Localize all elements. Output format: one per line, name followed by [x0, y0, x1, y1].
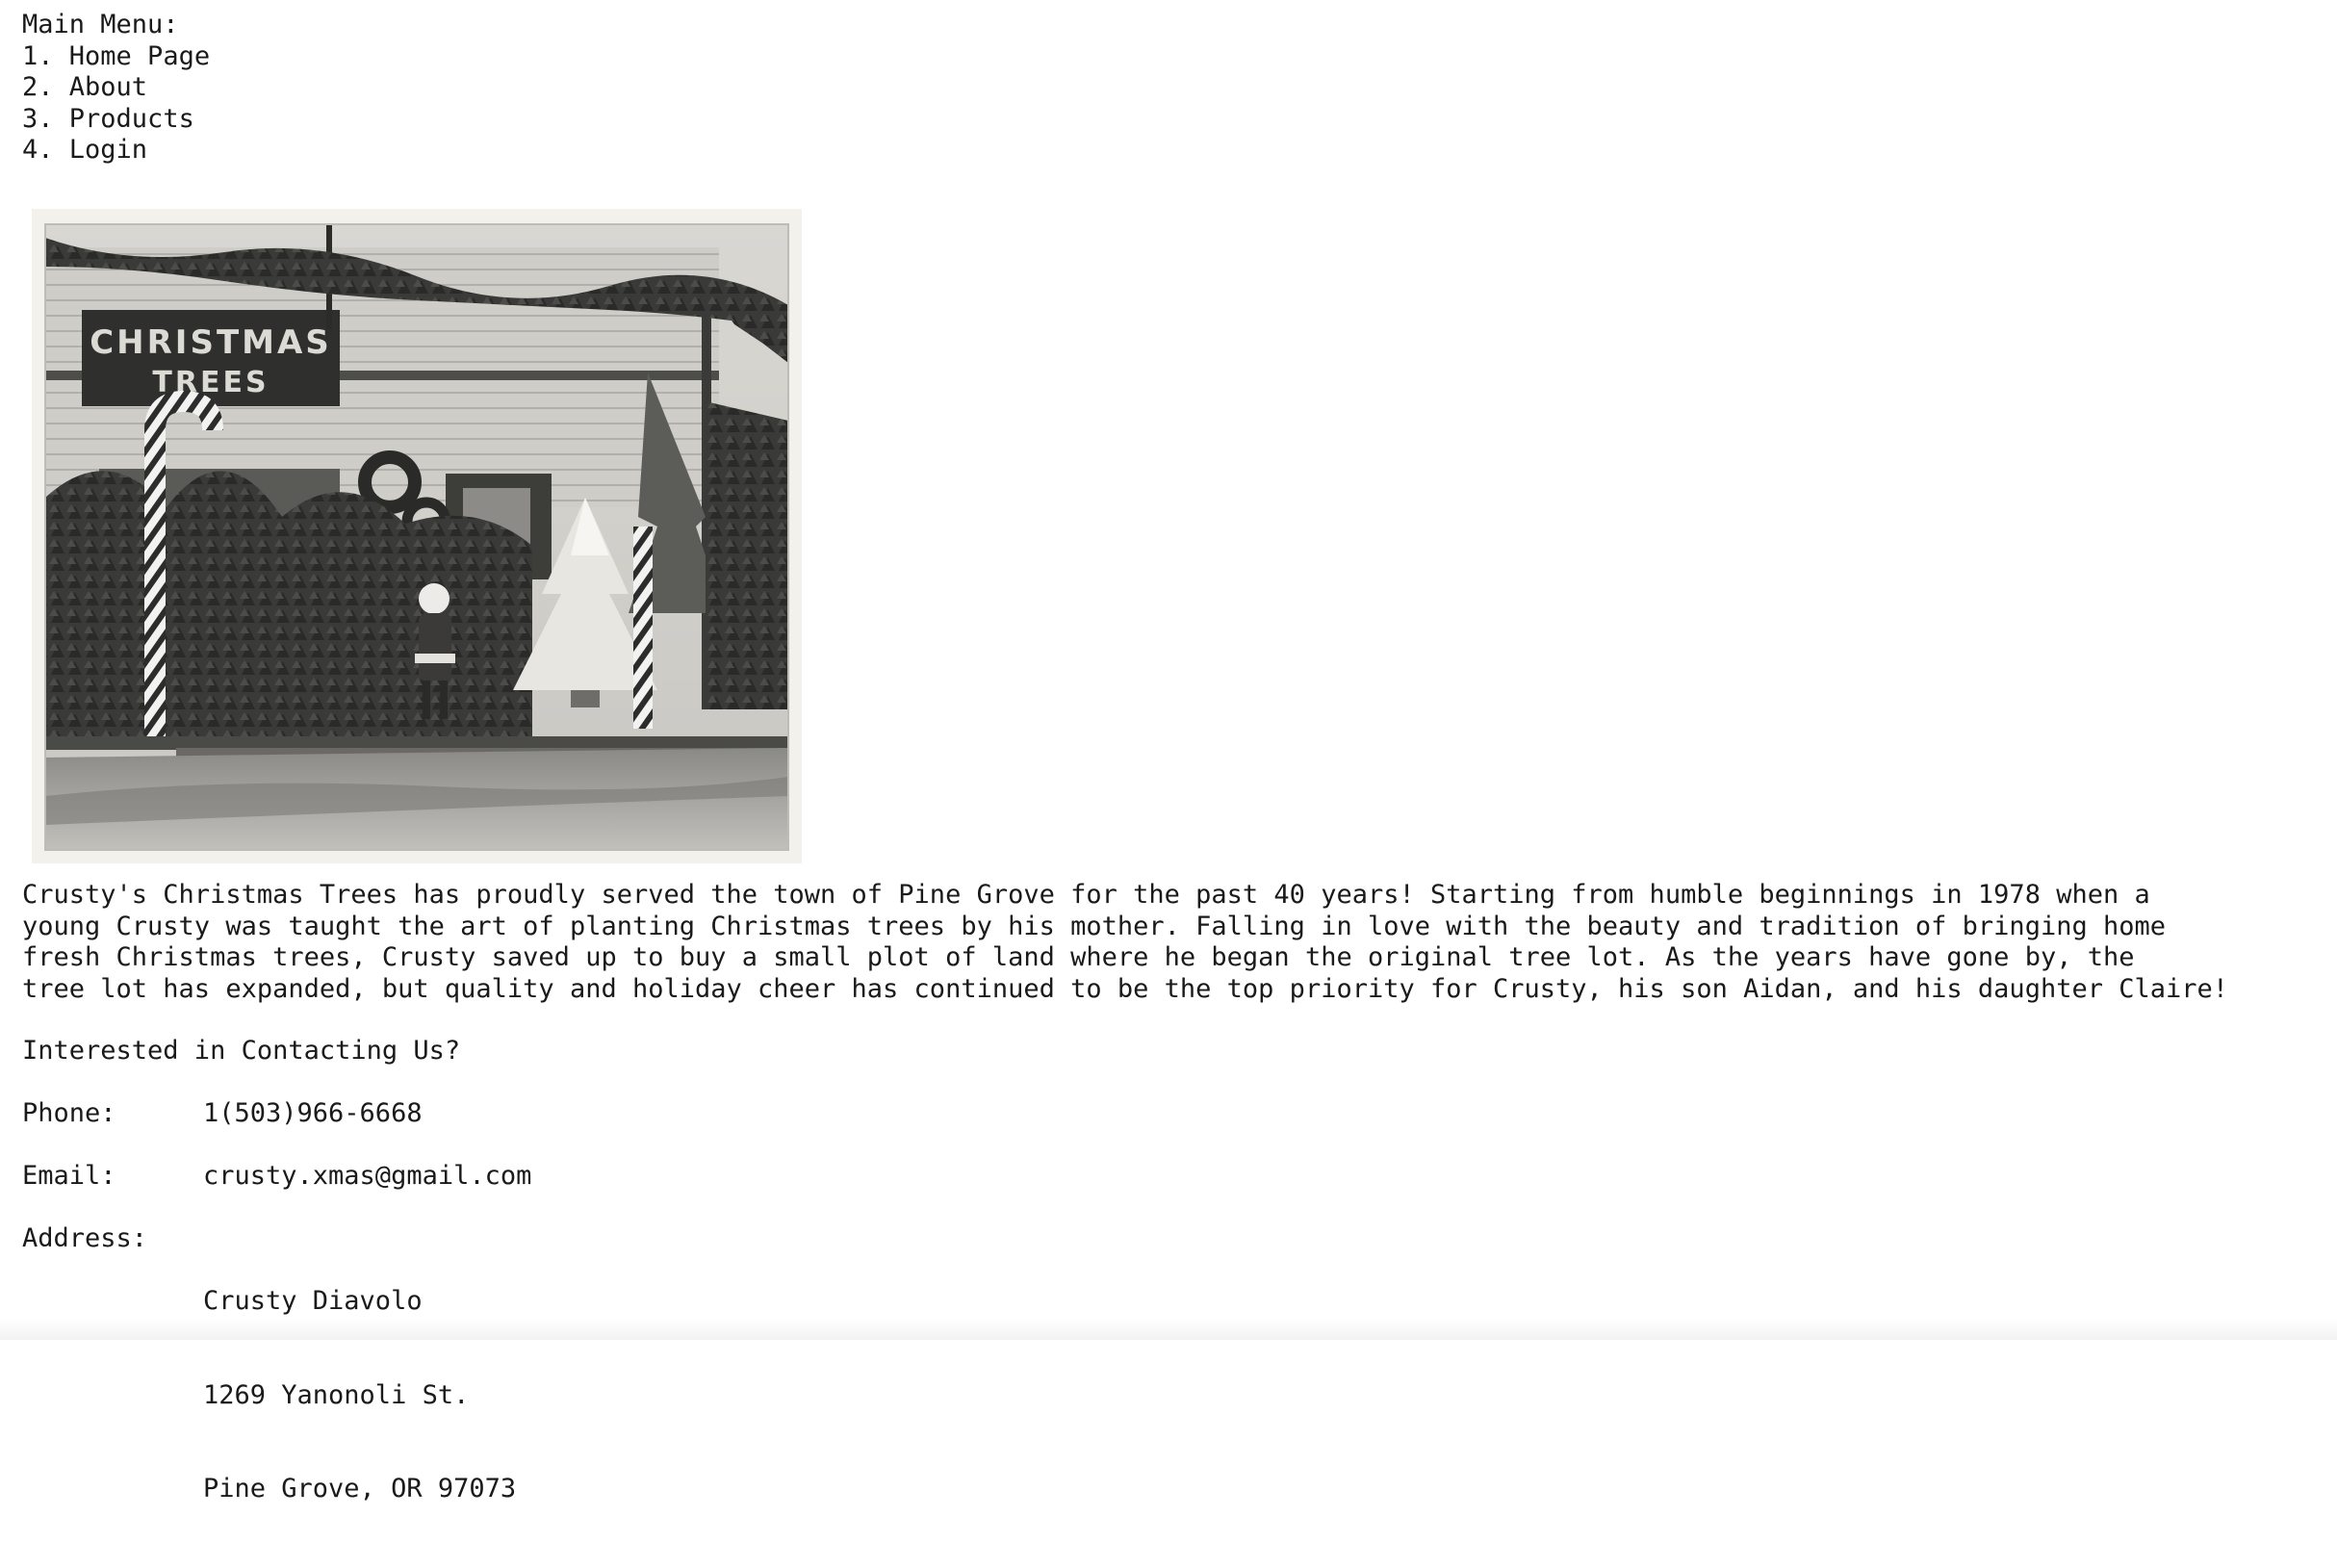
- about-line: fresh Christmas trees, Crusty saved up t…: [22, 942, 2135, 972]
- about-line: tree lot has expanded, but quality and h…: [22, 973, 2229, 1004]
- address-row: Address: Crusty Diavolo 1269 Yanonoli St…: [22, 1223, 531, 1568]
- menu-item-label: About: [68, 72, 148, 102]
- menu-item-label: Products: [68, 103, 194, 134]
- photo-sign-text-christmas: CHRISTMAS: [90, 323, 332, 362]
- menu-item-number: 4.: [22, 135, 54, 165]
- address-block: Crusty Diavolo 1269 Yanonoli St. Pine Gr…: [203, 1223, 516, 1568]
- menu-item-login[interactable]: 4. Login: [22, 135, 2337, 167]
- menu-item-number: 3.: [22, 103, 54, 134]
- phone-label: Phone:: [22, 1098, 116, 1128]
- window-bottom-edge: [0, 1319, 2337, 1340]
- about-line: young Crusty was taught the art of plant…: [22, 911, 2166, 941]
- address-line: Crusty Diavolo: [203, 1286, 423, 1316]
- phone-number: 1(503)966-6668: [203, 1098, 423, 1128]
- menu-item-about[interactable]: 2. About: [22, 72, 2337, 104]
- christmas-tree-lot-photo: CHRISTMAS TREES: [32, 209, 802, 863]
- page: Main Menu: 1. Home Page 2. About 3. Prod…: [22, 10, 2337, 1504]
- menu-item-home-page[interactable]: 1. Home Page: [22, 41, 2337, 73]
- email-label: Email:: [22, 1161, 116, 1191]
- menu-item-products[interactable]: 3. Products: [22, 104, 2337, 136]
- main-menu: Main Menu: 1. Home Page 2. About 3. Prod…: [22, 10, 2337, 167]
- about-line: Crusty's Christmas Trees has proudly ser…: [22, 880, 2150, 910]
- phone-row: Phone: 1(503)966-6668: [22, 1098, 531, 1130]
- main-menu-title: Main Menu:: [22, 10, 179, 39]
- email-address: crusty.xmas@gmail.com: [203, 1161, 532, 1191]
- menu-item-number: 1.: [22, 40, 54, 71]
- about-paragraph: Crusty's Christmas Trees has proudly ser…: [22, 880, 2228, 1005]
- contact-heading: Interested in Contacting Us?: [22, 1036, 461, 1066]
- contact-section: Interested in Contacting Us? Phone: 1(50…: [22, 1036, 531, 1568]
- menu-item-label: Home Page: [68, 40, 211, 71]
- address-label: Address:: [22, 1223, 148, 1253]
- address-line: 1269 Yanonoli St.: [203, 1379, 470, 1410]
- photo-image: CHRISTMAS TREES: [44, 223, 789, 851]
- email-row: Email: crusty.xmas@gmail.com: [22, 1161, 531, 1193]
- menu-item-number: 2.: [22, 72, 54, 102]
- menu-item-label: Login: [68, 135, 148, 165]
- address-line: Pine Grove, OR 97073: [203, 1474, 517, 1504]
